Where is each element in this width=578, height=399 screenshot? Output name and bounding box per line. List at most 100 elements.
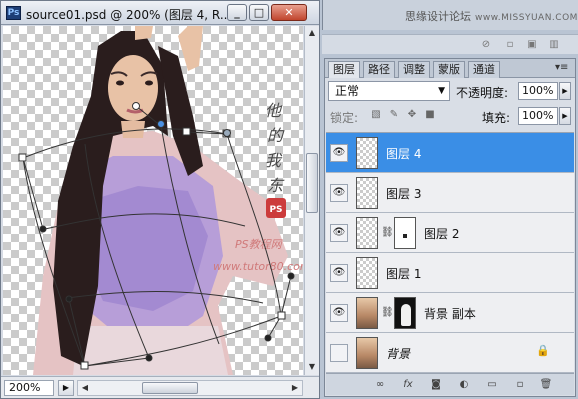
visibility-eye-icon[interactable]: 👁 — [330, 344, 348, 362]
fill-label: 填充: — [482, 111, 511, 125]
layer-mask-thumbnail[interactable] — [394, 217, 416, 249]
opacity-input[interactable]: 100% — [518, 82, 558, 100]
tab-layers[interactable]: 图层 — [328, 61, 360, 78]
new-icon[interactable]: ▫ — [504, 39, 516, 51]
site-url: www.MISSYUAN.COM — [475, 13, 578, 23]
maximize-icon: □ — [253, 6, 265, 19]
lock-pixels-icon[interactable]: ✎ — [388, 109, 400, 121]
lock-label: 锁定: — [330, 111, 359, 125]
status-bar: 200% ▶ ◀ ▶ — [1, 376, 319, 398]
lock-position-icon[interactable]: ✥ — [406, 109, 418, 121]
scroll-up-icon[interactable]: ▲ — [306, 26, 318, 40]
new-group-icon[interactable]: ▭ — [484, 378, 500, 392]
delete-layer-icon[interactable]: 🗑 — [538, 378, 554, 392]
scroll-left-icon[interactable]: ◀ — [78, 381, 92, 395]
tab-channels[interactable]: 通道 — [468, 61, 500, 78]
visibility-eye-icon[interactable]: 👁 — [330, 224, 348, 242]
visibility-eye-icon[interactable]: 👁 — [330, 304, 348, 322]
tab-paths[interactable]: 路径 — [363, 61, 395, 78]
zoom-level-field[interactable]: 200% — [4, 380, 54, 396]
mask-dot-icon — [403, 234, 407, 238]
link-chain-icon: ⛓ — [381, 227, 394, 238]
fill-input[interactable]: 100% — [518, 107, 558, 125]
mask-figure-icon — [401, 304, 411, 326]
layer-name: 图层 2 — [424, 227, 460, 241]
lock-fill-row: 锁定: ▧ ✎ ✥ ■ 填充: 100% ▶ — [328, 106, 574, 128]
add-mask-icon[interactable]: ◙ — [428, 378, 444, 392]
layer-row-3[interactable]: 👁 图层 3 — [326, 173, 574, 213]
layer-name: 图层 3 — [386, 187, 422, 201]
close-button[interactable]: ✕ — [271, 4, 307, 21]
photoshop-app-icon: Ps — [6, 6, 21, 20]
svg-text:我: 我 — [265, 151, 283, 170]
scroll-down-icon[interactable]: ▼ — [306, 360, 318, 374]
trash-icon[interactable]: ▥ — [548, 39, 560, 51]
image-canvas[interactable]: 他 的 我 东 PS PS教程网 www.tutor80.com — [3, 26, 303, 375]
visibility-eye-icon[interactable]: 👁 — [330, 184, 348, 202]
canvas-watermark-2: www.tutor80.com — [213, 260, 303, 273]
chevron-down-icon: ▼ — [438, 86, 445, 96]
document-titlebar[interactable]: Ps source01.psd @ 200% (图层 4, R... _ □ ✕ — [1, 1, 319, 25]
link-chain-icon: ⛓ — [381, 307, 394, 318]
svg-text:的: 的 — [267, 126, 285, 145]
close-icon: ✕ — [284, 6, 294, 19]
document-title: source01.psd @ 200% (图层 4, R... — [26, 8, 232, 22]
tab-adjustments[interactable]: 调整 — [398, 61, 430, 78]
layer-mask-thumbnail[interactable] — [394, 297, 416, 329]
opacity-label: 不透明度: — [456, 86, 509, 100]
layers-list: 👁 图层 4 👁 图层 3 👁 ⛓ 图层 2 👁 图层 1 👁 ⛓ 背景 副本 — [326, 132, 574, 373]
layer-name: 背景 — [386, 347, 411, 361]
panel-menu-icon[interactable]: ▾≡ — [555, 62, 568, 73]
blend-mode-value: 正常 — [335, 84, 360, 98]
link-layers-icon[interactable]: ∞ — [372, 378, 388, 392]
layer-name: 图层 4 — [386, 147, 422, 161]
maximize-button[interactable]: □ — [249, 4, 269, 21]
opacity-slider-icon[interactable]: ▶ — [559, 82, 571, 100]
tab-masks[interactable]: 蒙版 — [433, 61, 465, 78]
layers-panel: 图层 路径 调整 蒙版 通道 ▾≡ 正常 ▼ 不透明度: 100% ▶ 锁定: ▧… — [324, 58, 576, 397]
document-window: Ps source01.psd @ 200% (图层 4, R... _ □ ✕ — [0, 0, 320, 399]
layer-thumbnail — [356, 177, 378, 209]
horizontal-scroll-thumb[interactable] — [142, 382, 198, 394]
layer-thumbnail — [356, 297, 378, 329]
layer-row-1[interactable]: 👁 图层 1 — [326, 253, 574, 293]
layer-thumbnail — [356, 337, 378, 369]
status-menu-icon[interactable]: ▶ — [58, 380, 74, 396]
new-layer-icon[interactable]: ▫ — [512, 378, 528, 392]
layers-bottom-toolbar: ∞ fx ◙ ◐ ▭ ▫ 🗑 — [326, 373, 574, 395]
panel-tabs: 图层 路径 调整 蒙版 通道 ▾≡ — [325, 59, 575, 78]
no-entry-icon[interactable]: ⊘ — [480, 39, 492, 51]
vertical-scrollbar[interactable]: ▲ ▼ — [304, 26, 319, 375]
horizontal-scrollbar[interactable]: ◀ ▶ — [77, 380, 303, 396]
blend-opacity-row: 正常 ▼ 不透明度: 100% ▶ — [328, 81, 574, 103]
blend-mode-select[interactable]: 正常 ▼ — [328, 81, 450, 101]
panel-icon-row: ⊘ ▫ ▣ ▥ — [322, 34, 578, 54]
layer-row-background-copy[interactable]: 👁 ⛓ 背景 副本 — [326, 293, 574, 333]
minimize-button[interactable]: _ — [227, 4, 247, 21]
fill-slider-icon[interactable]: ▶ — [559, 107, 571, 125]
site-name: 思缘设计论坛 — [405, 10, 471, 23]
layer-row-4[interactable]: 👁 图层 4 — [326, 133, 574, 173]
layer-name: 背景 副本 — [424, 307, 476, 321]
scroll-right-icon[interactable]: ▶ — [288, 381, 302, 395]
vertical-scroll-thumb[interactable] — [306, 153, 318, 213]
calligraphy-text: 他 — [265, 101, 283, 120]
visibility-eye-icon[interactable]: 👁 — [330, 264, 348, 282]
svg-text:东: 东 — [267, 176, 285, 195]
layer-thumbnail — [356, 137, 378, 169]
layer-row-background[interactable]: 👁 背景 🔒 — [326, 333, 574, 373]
layer-thumbnail — [356, 217, 378, 249]
svg-text:PS: PS — [269, 205, 282, 215]
layer-row-2[interactable]: 👁 ⛓ 图层 2 — [326, 213, 574, 253]
canvas-watermark-1: PS教程网 — [235, 238, 284, 251]
layer-name: 图层 1 — [386, 267, 422, 281]
visibility-eye-icon[interactable]: 👁 — [330, 144, 348, 162]
canvas-artwork: 他 的 我 东 PS PS教程网 www.tutor80.com — [18, 26, 303, 375]
lock-all-icon[interactable]: ■ — [424, 109, 436, 121]
layer-style-fx-icon[interactable]: fx — [400, 378, 416, 392]
adjustment-layer-icon[interactable]: ◐ — [456, 378, 472, 392]
duplicate-icon[interactable]: ▣ — [526, 39, 538, 51]
layer-thumbnail — [356, 257, 378, 289]
lock-icon: 🔒 — [536, 344, 550, 357]
lock-transparent-icon[interactable]: ▧ — [370, 109, 382, 121]
